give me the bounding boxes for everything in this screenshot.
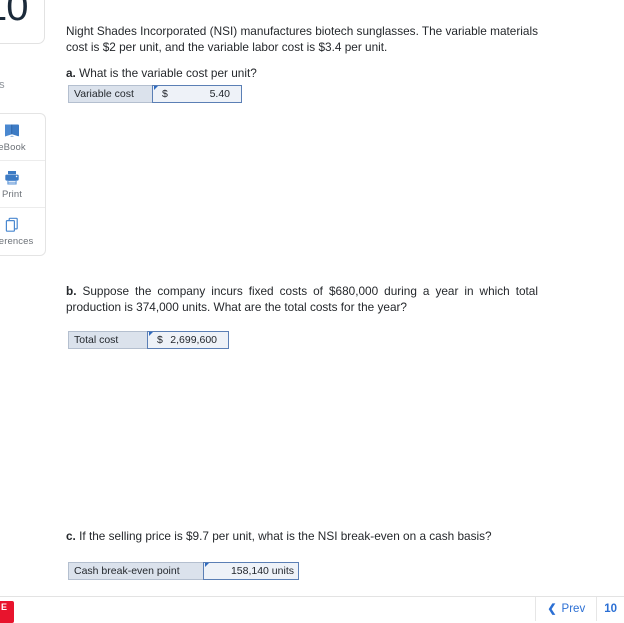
cell-marker-icon	[149, 332, 153, 336]
question-number: 10	[0, 0, 28, 29]
sidebar-item-ebook[interactable]: eBook	[0, 114, 45, 161]
nav-button-group: ❮ Prev 10	[535, 597, 624, 621]
answer-row-a: Variable cost $ 5.40	[68, 85, 242, 103]
answer-value-a: 5.40	[209, 88, 230, 100]
answer-row-b: Total cost $ 2,699,600	[68, 331, 229, 349]
sidebar-item-ebook-label: eBook	[0, 141, 26, 153]
part-a-text: What is the variable cost per unit?	[75, 66, 257, 80]
part-c-text: If the selling price is $9.7 per unit, w…	[75, 529, 492, 543]
answer-value-b: 2,699,600	[170, 334, 217, 346]
part-b-marker: b.	[66, 284, 77, 298]
sidebar-item-print-label: Print	[1, 188, 23, 200]
chevron-left-icon: ❮	[547, 602, 557, 615]
book-icon	[3, 122, 21, 140]
prev-button[interactable]: ❮ Prev	[535, 597, 596, 621]
hints-label[interactable]: nts	[0, 79, 5, 91]
sidebar-item-print[interactable]: Print	[0, 161, 45, 208]
answer-label-a: Variable cost	[68, 85, 153, 103]
answer-input-b[interactable]: $ 2,699,600	[147, 331, 229, 349]
notification-badge[interactable]: E	[0, 601, 14, 623]
prev-button-label: Prev	[561, 603, 586, 615]
question-part-c: c. If the selling price is $9.7 per unit…	[66, 529, 538, 545]
page-indicator[interactable]: 10	[596, 597, 624, 621]
notification-badge-text: E	[1, 602, 8, 612]
cell-marker-icon	[205, 563, 209, 567]
question-stem: Night Shades Incorporated (NSI) manufact…	[66, 24, 538, 54]
sidebar-item-references[interactable]: eferences	[0, 208, 45, 255]
answer-value-c: 158,140 units	[230, 565, 294, 577]
answer-label-b: Total cost	[68, 331, 148, 349]
left-tool-rail: 10 nts eBook	[0, 0, 46, 621]
tool-card: eBook Print ef	[0, 113, 46, 256]
references-icon	[3, 216, 21, 234]
part-a-marker: a.	[66, 66, 76, 80]
answer-input-c[interactable]: 158,140 units	[203, 562, 299, 580]
question-part-b: b. Suppose the company incurs fixed cost…	[66, 284, 538, 315]
question-number-card: 10	[0, 0, 45, 44]
answer-row-c: Cash break-even point 158,140 units	[68, 562, 299, 580]
answer-input-a[interactable]: $ 5.40	[152, 85, 242, 103]
bottom-nav-bar: E ❮ Prev 10	[0, 596, 624, 623]
answer-label-c: Cash break-even point	[68, 562, 204, 580]
part-c-marker: c.	[66, 529, 76, 543]
cell-marker-icon	[154, 86, 158, 90]
part-b-text: Suppose the company incurs fixed costs o…	[66, 284, 538, 314]
printer-icon	[3, 169, 21, 187]
sidebar-item-references-label: eferences	[0, 236, 34, 247]
question-part-a: a. What is the variable cost per unit?	[66, 66, 538, 82]
